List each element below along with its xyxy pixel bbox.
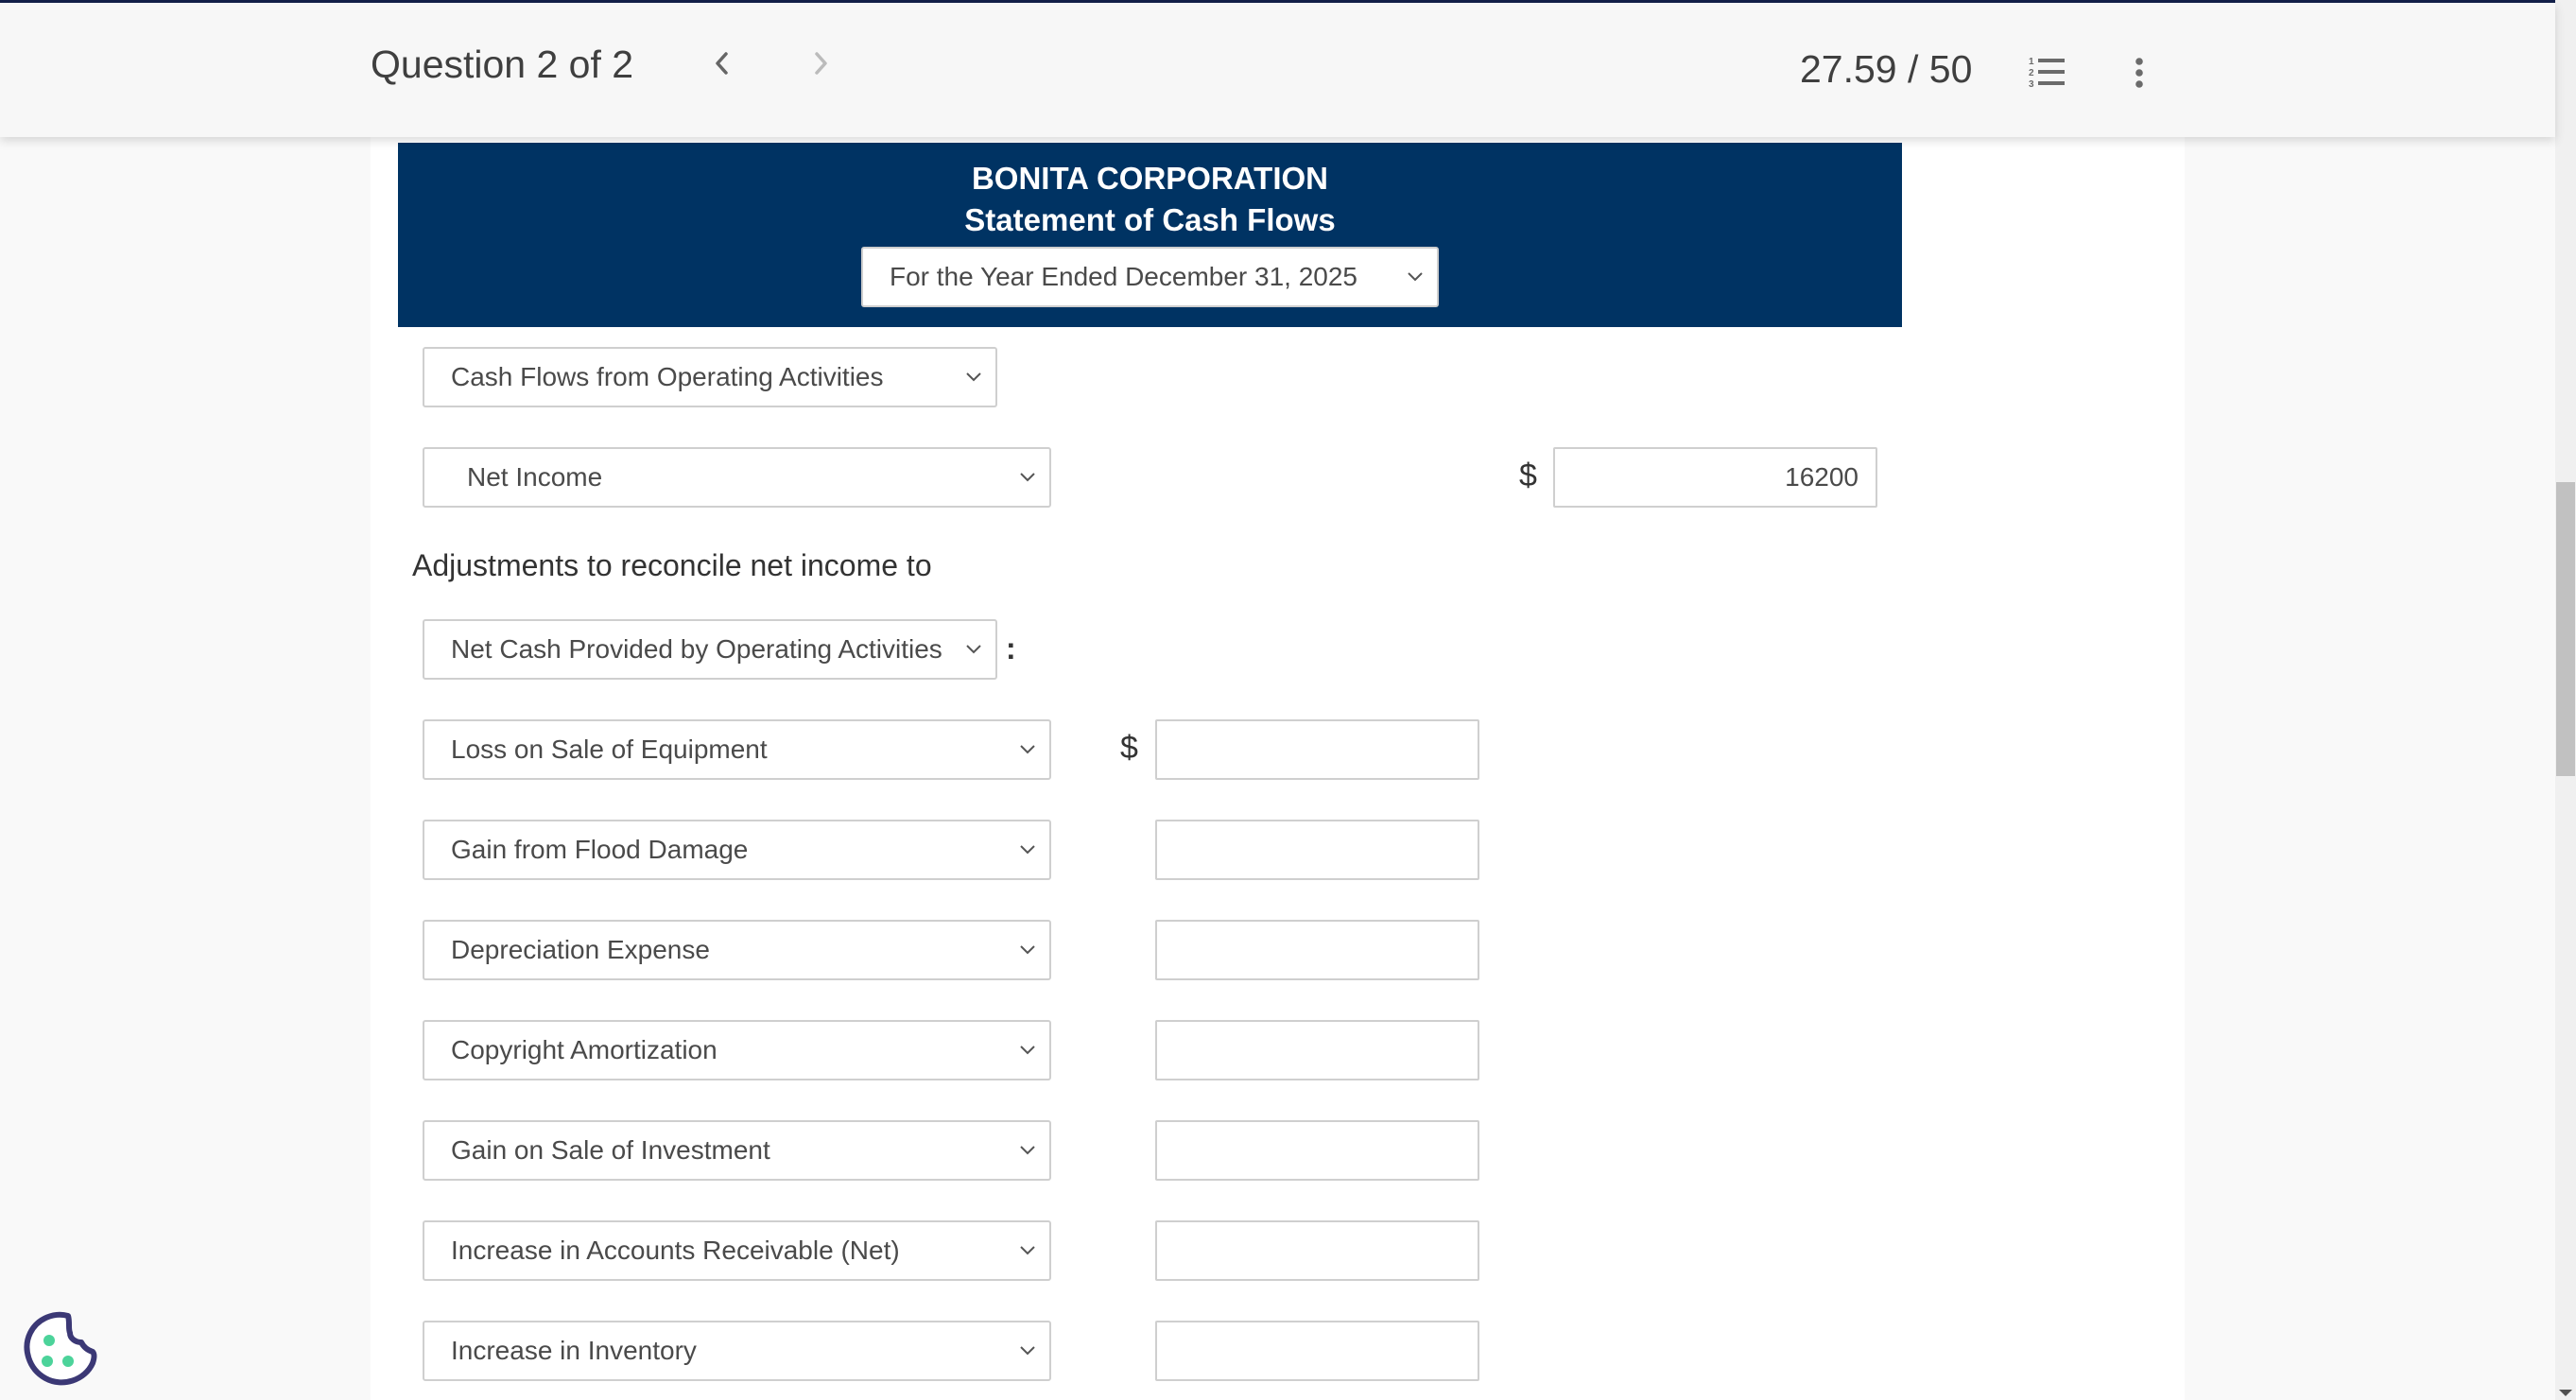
more-options-button[interactable] bbox=[2125, 54, 2153, 92]
adjustment-item-value: Gain from Flood Damage bbox=[451, 835, 749, 864]
previous-question-button[interactable] bbox=[703, 44, 741, 82]
adjustment-amount-input[interactable] bbox=[1155, 719, 1479, 780]
chevron-down-icon bbox=[1020, 1046, 1035, 1055]
adjustment-item-value: Gain on Sale of Investment bbox=[451, 1135, 770, 1165]
chevron-down-icon bbox=[1020, 845, 1035, 855]
adjustment-item-select[interactable]: Increase in Inventory bbox=[423, 1321, 1051, 1381]
adjustment-item-value: Increase in Inventory bbox=[451, 1336, 697, 1365]
svg-text:3: 3 bbox=[2029, 79, 2034, 90]
adjustment-item-select[interactable]: Copyright Amortization bbox=[423, 1020, 1051, 1080]
period-select[interactable]: For the Year Ended December 31, 2025 bbox=[861, 247, 1439, 307]
next-question-button[interactable] bbox=[802, 44, 839, 82]
chevron-left-icon bbox=[716, 52, 728, 75]
section-heading-select[interactable]: Cash Flows from Operating Activities bbox=[423, 347, 997, 407]
numbered-list-icon: 1 2 3 bbox=[2029, 57, 2065, 90]
adjustments-target-select[interactable]: Net Cash Provided by Operating Activitie… bbox=[423, 619, 997, 680]
vertical-scrollbar[interactable] bbox=[2555, 0, 2576, 1400]
adjustment-amount-input[interactable] bbox=[1155, 1020, 1479, 1080]
net-income-select-value: Net Income bbox=[467, 462, 603, 492]
adjustment-amount-input[interactable] bbox=[1155, 920, 1479, 980]
question-counter: Question 2 of 2 bbox=[371, 43, 634, 86]
chevron-down-icon bbox=[1020, 745, 1035, 754]
chevron-down-icon bbox=[966, 372, 981, 382]
score-display: 27.59 / 50 bbox=[1800, 47, 1973, 91]
section-heading-value: Cash Flows from Operating Activities bbox=[451, 362, 884, 391]
cookie-icon bbox=[24, 1311, 97, 1386]
net-income-select[interactable]: Net Income bbox=[423, 447, 1051, 508]
scroll-down-arrow-icon[interactable] bbox=[2559, 1390, 2572, 1396]
net-income-amount-input[interactable]: 16200 bbox=[1553, 447, 1877, 508]
adjustments-target-value: Net Cash Provided by Operating Activitie… bbox=[451, 634, 942, 664]
kebab-menu-icon bbox=[2135, 58, 2143, 88]
adjustment-item-value: Increase in Accounts Receivable (Net) bbox=[451, 1236, 900, 1265]
chevron-down-icon bbox=[1408, 272, 1423, 282]
adjustment-amount-input[interactable] bbox=[1155, 1321, 1479, 1381]
adjustment-item-select[interactable]: Gain from Flood Damage bbox=[423, 820, 1051, 880]
adjustment-item-select[interactable]: Loss on Sale of Equipment bbox=[423, 719, 1051, 780]
question-list-button[interactable]: 1 2 3 bbox=[2028, 54, 2069, 90]
chevron-right-icon bbox=[815, 52, 827, 75]
chevron-down-icon bbox=[1020, 1346, 1035, 1356]
scrollbar-thumb[interactable] bbox=[2556, 482, 2575, 776]
adjustment-amount-input[interactable] bbox=[1155, 1220, 1479, 1281]
chevron-down-icon bbox=[1020, 1146, 1035, 1155]
svg-text:2: 2 bbox=[2029, 68, 2034, 78]
currency-symbol: $ bbox=[1120, 730, 1138, 766]
chevron-down-icon bbox=[1020, 1246, 1035, 1255]
chevron-down-icon bbox=[1020, 473, 1035, 482]
svg-text:1: 1 bbox=[2029, 57, 2034, 67]
company-name: BONITA CORPORATION bbox=[971, 161, 1329, 196]
adjustment-item-value: Loss on Sale of Equipment bbox=[451, 735, 768, 764]
adjustment-item-select[interactable]: Gain on Sale of Investment bbox=[423, 1120, 1051, 1181]
statement-title: Statement of Cash Flows bbox=[964, 202, 1336, 237]
adjustments-label: Adjustments to reconcile net income to bbox=[412, 548, 932, 582]
adjustments-colon: : bbox=[1006, 631, 1016, 665]
adjustment-item-value: Copyright Amortization bbox=[451, 1035, 717, 1064]
period-select-value: For the Year Ended December 31, 2025 bbox=[890, 262, 1358, 291]
currency-symbol: $ bbox=[1519, 458, 1537, 493]
cookie-settings-button[interactable] bbox=[21, 1310, 100, 1390]
adjustment-item-select[interactable]: Depreciation Expense bbox=[423, 920, 1051, 980]
adjustment-amount-input[interactable] bbox=[1155, 1120, 1479, 1181]
chevron-down-icon bbox=[966, 645, 981, 654]
question-header: Question 2 of 2 27.59 / 50 1 2 3 bbox=[0, 3, 2555, 137]
adjustment-item-value: Depreciation Expense bbox=[451, 935, 710, 964]
chevron-down-icon bbox=[1020, 945, 1035, 955]
adjustment-item-select[interactable]: Increase in Accounts Receivable (Net) bbox=[423, 1220, 1051, 1281]
adjustment-amount-input[interactable] bbox=[1155, 820, 1479, 880]
